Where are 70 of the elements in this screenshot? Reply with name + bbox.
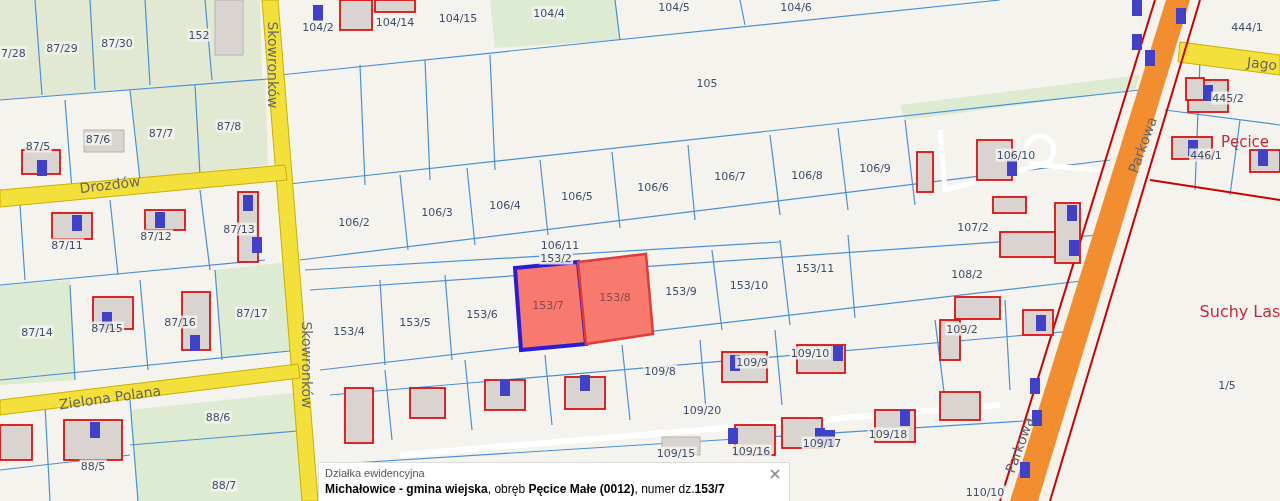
close-icon bbox=[768, 467, 782, 481]
parcel-number: 104/6 bbox=[779, 0, 813, 14]
parcel-number: 106/7 bbox=[713, 169, 747, 183]
parcel-number: 87/17 bbox=[235, 306, 269, 320]
parcel-number: 153/9 bbox=[664, 284, 698, 298]
parcel-number: 106/10 bbox=[995, 148, 1037, 162]
parcel-number: 87/5 bbox=[24, 139, 52, 153]
parcel-number: 110/10 bbox=[964, 485, 1006, 499]
parcel-number: 106/9 bbox=[858, 161, 892, 175]
parcel-number: 152 bbox=[187, 28, 211, 42]
parcel-number: 108/2 bbox=[950, 267, 984, 281]
parcel-number: 87/12 bbox=[139, 229, 173, 243]
parcel-number: 153/11 bbox=[794, 261, 836, 275]
parcel-number: 1/5 bbox=[1217, 378, 1237, 392]
parcel-number: 109/10 bbox=[789, 346, 831, 360]
parcel-number: 87/8 bbox=[215, 119, 243, 133]
parcel-number: 88/6 bbox=[204, 410, 232, 424]
parcel-number: 109/2 bbox=[945, 322, 979, 336]
parcel-description: Michałowice - gmina wiejska, obręb Pęcice Małe (0012), numer dz.153/7 bbox=[325, 481, 726, 498]
parcel-number: 87/16 bbox=[163, 315, 197, 329]
street-name: Skowronków bbox=[297, 321, 316, 409]
parcel-number: 153/10 bbox=[728, 278, 770, 292]
street-name: Skowronków bbox=[263, 21, 282, 109]
parcel-number: 109/9 bbox=[735, 355, 769, 369]
parcel-number: 104/5 bbox=[657, 0, 691, 14]
street-name: Jago bbox=[1245, 52, 1279, 76]
parcel-number: 446/1 bbox=[1189, 148, 1223, 162]
parcel-number: 445/2 bbox=[1211, 91, 1245, 105]
parcel-number: 109/17 bbox=[801, 436, 843, 450]
parcel-number: 106/2 bbox=[337, 215, 371, 229]
parcel-number: 87/13 bbox=[222, 222, 256, 236]
parcel-number: 87/6 bbox=[84, 132, 112, 146]
parcel-number: 153/4 bbox=[332, 324, 366, 338]
parcel-number: 153/6 bbox=[465, 307, 499, 321]
parcel-number: 106/4 bbox=[488, 198, 522, 212]
parcel-number: 153/7 bbox=[532, 297, 564, 314]
parcel-number: 87/11 bbox=[50, 238, 84, 252]
parcel-number: 153/5 bbox=[398, 315, 432, 329]
parcel-number: 88/5 bbox=[79, 459, 107, 473]
parcel-number: 87/29 bbox=[45, 41, 79, 55]
parcel-number: 87/14 bbox=[20, 325, 54, 339]
parcel-number: 106/11 bbox=[539, 238, 581, 252]
parcel-number: 106/5 bbox=[560, 189, 594, 203]
parcel-number: 7/28 bbox=[0, 46, 27, 60]
parcel-number: 109/15 bbox=[655, 446, 697, 460]
parcel-number: 109/16 bbox=[730, 444, 772, 458]
place-name: Suchy Las bbox=[1199, 301, 1280, 323]
place-name: Pęcice bbox=[1220, 131, 1270, 151]
parcel-number: 106/3 bbox=[420, 205, 454, 219]
street-name: Zielona Polana bbox=[57, 381, 163, 415]
parcel-number: 106/8 bbox=[790, 168, 824, 182]
parcel-number: 87/15 bbox=[90, 321, 124, 335]
parcel-number: 153/2 bbox=[539, 251, 573, 265]
parcel-number: 87/30 bbox=[100, 36, 134, 50]
parcel-number: 105 bbox=[695, 76, 719, 90]
parcel-number: 104/14 bbox=[374, 15, 416, 29]
parcel-number: 109/8 bbox=[643, 364, 677, 378]
parcel-number: 87/7 bbox=[147, 126, 175, 140]
parcel-number: 107/2 bbox=[956, 220, 990, 234]
street-name: Drozdów bbox=[78, 171, 142, 199]
parcel-number: 104/15 bbox=[437, 11, 479, 25]
parcel-number: 109/20 bbox=[681, 403, 723, 417]
parcel-number: 153/8 bbox=[599, 289, 631, 306]
parcel-number: 104/2 bbox=[301, 20, 335, 34]
parcel-number: 109/18 bbox=[867, 427, 909, 441]
popup-title: Działka ewidencyjna bbox=[325, 466, 425, 480]
parcel-number: 88/7 bbox=[210, 478, 238, 492]
parcel-number: 444/1 bbox=[1230, 20, 1264, 34]
parcel-number: 106/6 bbox=[636, 180, 670, 194]
parcel-number: 104/4 bbox=[532, 6, 566, 20]
